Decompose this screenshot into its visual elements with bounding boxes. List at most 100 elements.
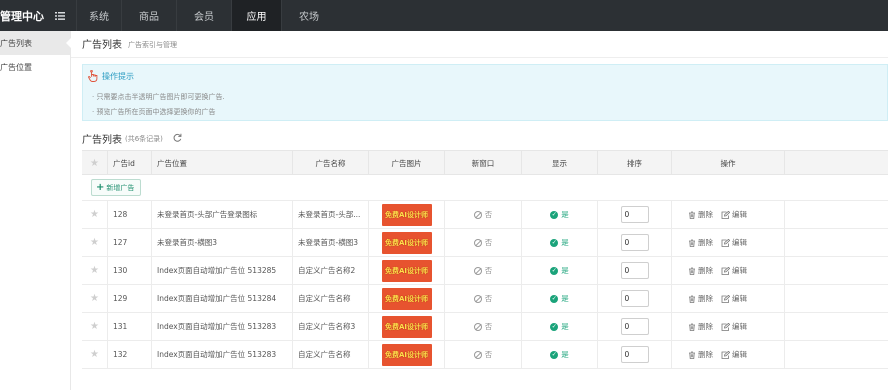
yes-label: 是 — [561, 322, 569, 331]
delete-button[interactable]: 删除 — [688, 237, 713, 248]
star-icon[interactable]: ★ — [90, 349, 99, 360]
delete-button[interactable]: 删除 — [688, 321, 713, 332]
edit-button[interactable]: 编辑 — [721, 209, 747, 220]
row-filler — [785, 285, 888, 312]
ad-name: 自定义广告名称3 — [293, 313, 369, 340]
ad-image-text: 免费AI设计师 — [384, 294, 429, 303]
star-icon[interactable]: ★ — [90, 237, 99, 248]
delete-label: 删除 — [698, 322, 713, 331]
ad-image[interactable]: 免费AI设计师 — [381, 203, 432, 226]
table-body: ★ 128 未登录首页-头部广告登录图标 未登录首页-头部... 免费AI设计师… — [82, 201, 888, 369]
show-toggle[interactable]: ✓ 是 — [550, 265, 569, 276]
sidebar-item-ad-list[interactable]: 广告列表 — [0, 31, 71, 55]
sort-input[interactable] — [620, 346, 649, 363]
table-header: ★ 广告id 广告位置 广告名称 广告图片 新窗口 显示 排序 操作 — [82, 150, 888, 175]
show-toggle[interactable]: ✓ 是 — [550, 209, 569, 220]
star-icon[interactable]: ★ — [90, 158, 99, 169]
delete-button[interactable]: 删除 — [688, 265, 713, 276]
edit-button[interactable]: 编辑 — [721, 265, 747, 276]
star-icon[interactable]: ★ — [90, 321, 99, 332]
nav-item-farm[interactable]: 农场 — [281, 0, 336, 31]
check-circle-icon: ✓ — [550, 210, 559, 219]
ad-position: Index页面自动增加广告位 513285 — [152, 257, 293, 284]
star-icon[interactable]: ★ — [90, 209, 99, 220]
nav-item-apps[interactable]: 应用 — [231, 0, 281, 31]
new-window-toggle[interactable]: 否 — [473, 293, 492, 304]
top-nav: 系统 商品 会员 应用 农场 — [76, 0, 336, 31]
edit-button[interactable]: 编辑 — [721, 321, 747, 332]
check-circle-icon: ✓ — [550, 294, 559, 303]
sidebar-item-ad-position[interactable]: 广告位置 — [0, 55, 70, 79]
ban-icon — [473, 266, 482, 275]
ban-icon — [473, 210, 482, 219]
delete-label: 删除 — [698, 266, 713, 275]
delete-button[interactable]: 删除 — [688, 209, 713, 220]
header-id: 广告id — [108, 151, 152, 175]
row-star-cell: ★ — [82, 229, 108, 256]
new-window-cell: 否 — [445, 285, 522, 312]
nav-item-goods[interactable]: 商品 — [121, 0, 176, 31]
sidebar: 广告列表 广告位置 — [0, 31, 71, 390]
sort-cell — [598, 229, 672, 256]
sort-input[interactable] — [620, 262, 649, 279]
add-ad-button[interactable]: + 新增广告 — [91, 179, 142, 196]
menu-toggle-button[interactable] — [44, 0, 76, 31]
sort-input[interactable] — [620, 234, 649, 251]
delete-button[interactable]: 删除 — [688, 349, 713, 360]
edit-icon — [721, 294, 730, 303]
edit-button[interactable]: 编辑 — [721, 293, 747, 304]
new-window-toggle[interactable]: 否 — [473, 349, 492, 360]
ad-image-text: 免费AI设计师 — [384, 266, 429, 275]
sort-input[interactable] — [620, 290, 649, 307]
show-toggle[interactable]: ✓ 是 — [550, 293, 569, 304]
ad-image-text: 免费AI设计师 — [384, 238, 429, 247]
header-sort: 排序 — [598, 151, 672, 175]
sidebar-item-label: 广告列表 — [0, 38, 32, 48]
yes-label: 是 — [561, 266, 569, 275]
ad-image[interactable]: 免费AI设计师 — [381, 259, 432, 282]
ad-image[interactable]: 免费AI设计师 — [381, 343, 432, 366]
edit-button[interactable]: 编辑 — [721, 237, 747, 248]
ban-icon — [473, 350, 482, 359]
new-window-toggle[interactable]: 否 — [473, 237, 492, 248]
row-star-cell: ★ — [82, 313, 108, 340]
new-window-cell: 否 — [445, 229, 522, 256]
ad-position: 未登录首页-横图3 — [152, 229, 293, 256]
delete-label: 删除 — [698, 210, 713, 219]
ad-table: ★ 广告id 广告位置 广告名称 广告图片 新窗口 显示 排序 操作 + 新增广… — [82, 150, 888, 369]
sort-input[interactable] — [620, 318, 649, 335]
ad-image[interactable]: 免费AI设计师 — [381, 287, 432, 310]
nav-item-members[interactable]: 会员 — [176, 0, 231, 31]
show-toggle[interactable]: ✓ 是 — [550, 237, 569, 248]
top-navbar: 管理中心 系统 商品 会员 应用 农场 — [0, 0, 888, 31]
page-title: 广告列表 — [82, 40, 122, 51]
ban-icon — [473, 238, 482, 247]
new-window-toggle[interactable]: 否 — [473, 321, 492, 332]
row-star-cell: ★ — [82, 341, 108, 368]
delete-button[interactable]: 删除 — [688, 293, 713, 304]
row-star-cell: ★ — [82, 257, 108, 284]
show-toggle[interactable]: ✓ 是 — [550, 349, 569, 360]
ad-image[interactable]: 免费AI设计师 — [381, 231, 432, 254]
nav-item-system[interactable]: 系统 — [76, 0, 121, 31]
ad-id: 129 — [108, 285, 152, 312]
row-filler — [785, 341, 888, 368]
star-icon[interactable]: ★ — [90, 293, 99, 304]
sort-input[interactable] — [620, 206, 649, 223]
refresh-button[interactable] — [173, 133, 182, 144]
plus-icon: + — [96, 181, 105, 193]
new-window-toggle[interactable]: 否 — [473, 209, 492, 220]
edit-button[interactable]: 编辑 — [721, 349, 747, 360]
ad-image-text: 免费AI设计师 — [384, 322, 429, 331]
ad-id: 127 — [108, 229, 152, 256]
star-icon[interactable]: ★ — [90, 265, 99, 276]
trash-icon — [689, 211, 695, 219]
new-window-toggle[interactable]: 否 — [473, 265, 492, 276]
ban-icon — [473, 294, 482, 303]
sort-cell — [598, 257, 672, 284]
ad-image[interactable]: 免费AI设计师 — [381, 315, 432, 338]
show-toggle[interactable]: ✓ 是 — [550, 321, 569, 332]
trash-icon — [689, 267, 695, 275]
tips-line: · 只需要点击半透明广告图片即可更换广告. — [92, 93, 225, 101]
edit-icon — [721, 238, 730, 247]
